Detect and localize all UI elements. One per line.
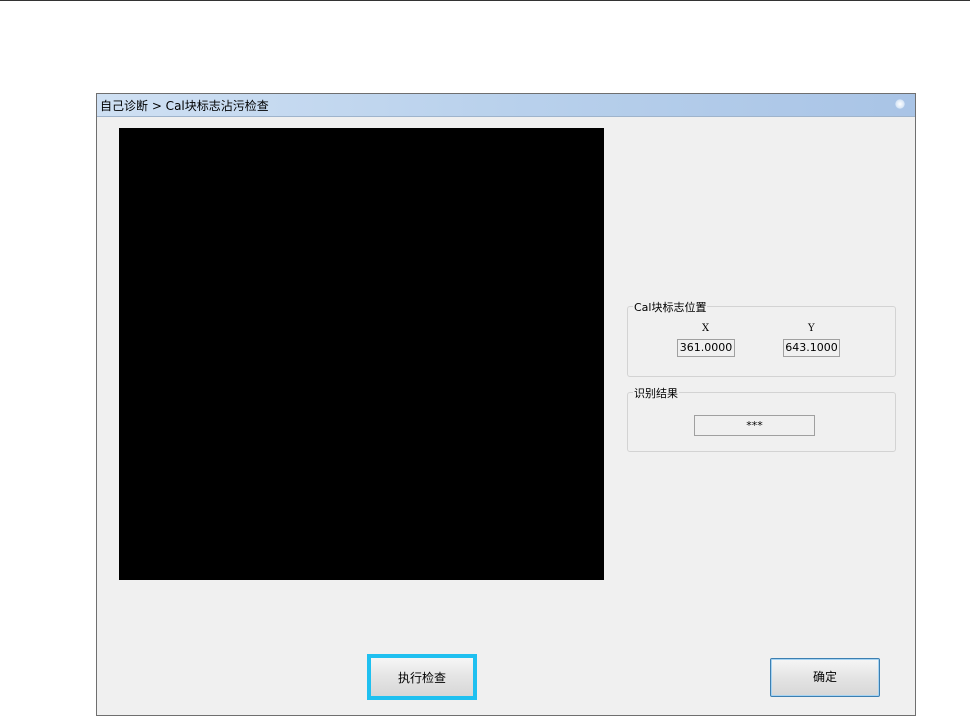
mark-position-group: Cal块标志位置 X Y 361.0000 643.1000: [627, 299, 896, 377]
recognition-result-group: 识别结果 ***: [627, 385, 896, 452]
execute-check-button[interactable]: 执行检查: [367, 654, 477, 700]
x-value-field: 361.0000: [677, 339, 735, 357]
y-axis-label: Y: [808, 323, 815, 334]
ok-button[interactable]: 确定: [770, 658, 880, 697]
x-axis-label: X: [702, 323, 710, 334]
result-value-field: ***: [694, 415, 815, 436]
recognition-result-legend: 识别结果: [633, 385, 679, 401]
mark-position-legend: Cal块标志位置: [633, 299, 708, 315]
dialog-window: 自己诊断 > Cal块标志沾污检查 Cal块标志位置 X Y 361.0000 …: [96, 93, 916, 716]
title-glow-icon: [895, 99, 905, 109]
y-value-field: 643.1000: [783, 339, 840, 357]
window-title: 自己诊断 > Cal块标志沾污检查: [100, 99, 269, 113]
title-bar[interactable]: 自己诊断 > Cal块标志沾污检查: [97, 94, 915, 117]
camera-image-view: [119, 128, 604, 580]
top-rule: [0, 0, 970, 1]
